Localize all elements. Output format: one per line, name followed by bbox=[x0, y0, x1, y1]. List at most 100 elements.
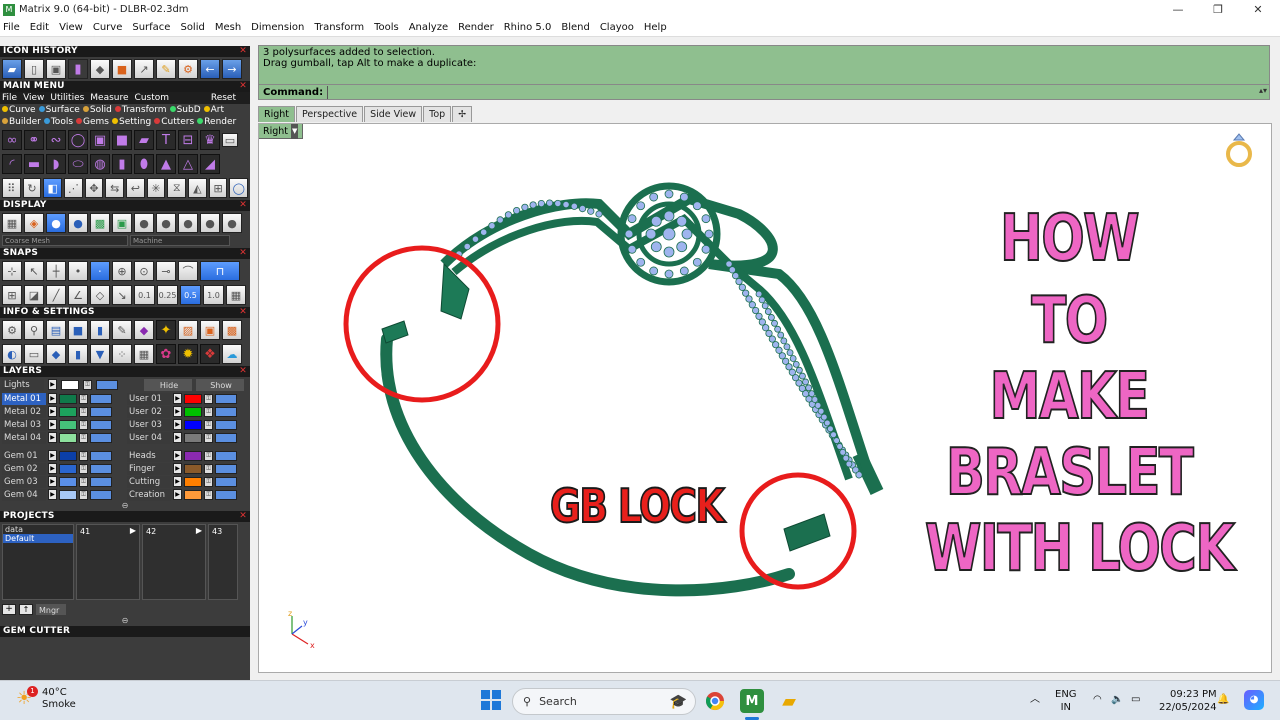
lock-icon[interactable]: ⚿ bbox=[204, 432, 213, 443]
line-snap-icon[interactable]: ╱ bbox=[46, 285, 66, 305]
knot-snap-icon[interactable]: ↘ bbox=[112, 285, 132, 305]
snap-step-0-25[interactable]: 0.25 bbox=[157, 285, 178, 305]
layer-row-gem-01[interactable]: Gem 01 ▶ ⚿ bbox=[2, 449, 125, 462]
layer-color-swatch[interactable] bbox=[59, 419, 77, 430]
clay-sphere-icon[interactable]: ● bbox=[222, 213, 242, 233]
hide-button[interactable]: Hide bbox=[144, 378, 192, 391]
center-snap-icon[interactable]: ⊕ bbox=[112, 261, 132, 281]
analyze-icon[interactable]: ◆ bbox=[134, 320, 154, 340]
main-menu-reset[interactable]: Reset bbox=[211, 93, 236, 103]
main-menu-category-render[interactable]: Render bbox=[197, 117, 236, 127]
shaded-sphere-icon[interactable]: ● bbox=[46, 213, 66, 233]
volume-icon[interactable]: ■ bbox=[68, 320, 88, 340]
main-menu-measure[interactable]: Measure bbox=[90, 93, 128, 103]
weight-icon[interactable]: ▮ bbox=[90, 320, 110, 340]
perp-snap-icon[interactable]: ⊸ bbox=[156, 261, 176, 281]
flow-icon[interactable]: ⋰ bbox=[64, 178, 83, 198]
visibility-icon[interactable] bbox=[90, 393, 112, 404]
pipe-icon[interactable]: ◜ bbox=[2, 154, 22, 174]
minimize-button[interactable]: — bbox=[1160, 0, 1196, 19]
snap-step-0-1[interactable]: 0.1 bbox=[134, 285, 155, 305]
main-menu-category-transform[interactable]: Transform bbox=[114, 105, 167, 115]
taskbar-search[interactable]: ⚲ Search 🎓 bbox=[512, 688, 696, 715]
add-project-icon[interactable]: + bbox=[2, 603, 16, 615]
project-slot-41[interactable]: 41 ▶ bbox=[76, 524, 140, 600]
layer-color-swatch[interactable] bbox=[184, 489, 202, 500]
bend-icon[interactable]: ↩ bbox=[126, 178, 145, 198]
pencil-icon[interactable]: ✎ bbox=[156, 59, 176, 79]
project-slot-42[interactable]: 42 ▶ bbox=[142, 524, 206, 600]
sky-icon[interactable]: ☁ bbox=[222, 344, 242, 364]
light-icon[interactable]: ✹ bbox=[178, 344, 198, 364]
tag-icon[interactable]: ▨ bbox=[178, 320, 198, 340]
taper-icon[interactable]: ◭ bbox=[188, 178, 207, 198]
start-button[interactable] bbox=[481, 690, 501, 710]
layer-name[interactable]: Gem 02 bbox=[2, 462, 46, 475]
main-menu-category-gems[interactable]: Gems bbox=[76, 117, 109, 127]
project-icon[interactable]: ◪ bbox=[24, 285, 44, 305]
array-icon[interactable]: ⠿ bbox=[2, 178, 21, 198]
layer-name[interactable]: Metal 02 bbox=[2, 405, 46, 418]
display-mode-icon[interactable]: ▣ bbox=[112, 213, 132, 233]
play-icon[interactable]: ▶ bbox=[48, 489, 57, 500]
layer-name[interactable]: Metal 03 bbox=[2, 418, 46, 431]
mesh-quality-select[interactable]: Coarse Mesh bbox=[2, 235, 128, 246]
viewport-right[interactable]: Right ▼ z y x GB LOCK HOW TO MAKE BRASLE… bbox=[258, 123, 1272, 673]
play-icon[interactable]: ▶ bbox=[48, 393, 57, 404]
play-icon[interactable]: ▶ bbox=[48, 432, 57, 443]
main-menu-utilities[interactable]: Utilities bbox=[50, 93, 84, 103]
tube-icon[interactable]: ⬮ bbox=[134, 154, 154, 174]
layer-name[interactable]: Metal 01 bbox=[2, 392, 46, 405]
texture-icon[interactable]: ▩ bbox=[90, 213, 110, 233]
layer-row-user-01[interactable]: User 01 ▶ ⚿ bbox=[127, 392, 250, 405]
layer-name[interactable]: User 03 bbox=[127, 418, 171, 431]
texture-map-icon[interactable]: ▦ bbox=[134, 344, 154, 364]
end-snap-icon[interactable]: ↖ bbox=[24, 261, 44, 281]
layer-name[interactable]: Metal 04 bbox=[2, 431, 46, 444]
layer-name[interactable]: Gem 03 bbox=[2, 475, 46, 488]
visibility-icon[interactable] bbox=[215, 489, 237, 500]
projects-collapse-icon[interactable]: ⊖ bbox=[0, 616, 250, 626]
layer-color-swatch[interactable] bbox=[59, 476, 77, 487]
lock-icon[interactable]: ⚿ bbox=[204, 463, 213, 474]
object-icon[interactable]: ◆ bbox=[46, 344, 66, 364]
layer-color-swatch[interactable] bbox=[184, 463, 202, 474]
layer-name[interactable]: Heads bbox=[127, 449, 171, 462]
twist-icon[interactable]: ⧖ bbox=[167, 178, 187, 198]
visibility-icon[interactable] bbox=[90, 489, 112, 500]
save-icon[interactable]: ▣ bbox=[46, 59, 66, 79]
tan-snap-icon[interactable]: ⌒ bbox=[178, 261, 198, 281]
menu-analyze[interactable]: Analyze bbox=[409, 22, 448, 33]
play-icon[interactable]: ▶ bbox=[173, 419, 182, 430]
gem-sphere-icon[interactable]: ● bbox=[178, 213, 198, 233]
sweep-icon[interactable]: ↗ bbox=[134, 59, 154, 79]
cylinder-icon[interactable]: ▮ bbox=[68, 59, 88, 79]
block-icon[interactable]: ▰ bbox=[134, 130, 154, 150]
layer-row-cutting[interactable]: Cutting ▶ ⚿ bbox=[127, 475, 250, 488]
upload-icon[interactable]: ↑ bbox=[19, 603, 33, 615]
wifi-icon[interactable]: ◠ bbox=[1093, 693, 1102, 706]
properties-icon[interactable]: ▤ bbox=[46, 320, 66, 340]
panel-toggle-icon[interactable]: ▭ bbox=[222, 133, 238, 147]
boolean-icon[interactable]: ⊟ bbox=[178, 130, 198, 150]
wireframe-icon[interactable]: ▦ bbox=[2, 213, 22, 233]
circle-tool-icon[interactable]: ◯ bbox=[229, 178, 249, 198]
visibility-icon[interactable] bbox=[215, 419, 237, 430]
ghosted-icon[interactable]: ◈ bbox=[24, 213, 44, 233]
layer-row-finger[interactable]: Finger ▶ ⚿ bbox=[127, 462, 250, 475]
scroll-arrows-icon[interactable]: ▴▾ bbox=[1259, 86, 1267, 95]
lock-icon[interactable]: ⚿ bbox=[79, 432, 88, 443]
project-list-item-selected[interactable]: Default bbox=[3, 534, 73, 543]
command-input[interactable] bbox=[327, 85, 1258, 99]
layer-color-swatch[interactable] bbox=[184, 450, 202, 461]
menu-edit[interactable]: Edit bbox=[30, 22, 49, 33]
curve-loop-icon[interactable]: ∞ bbox=[2, 130, 22, 150]
lock-icon[interactable]: ⚿ bbox=[79, 406, 88, 417]
near-snap-icon[interactable]: ┼ bbox=[46, 261, 66, 281]
layer-row-creation[interactable]: Creation ▶ ⚿ bbox=[127, 488, 250, 501]
show-hidden-icons[interactable]: ︿ bbox=[1030, 693, 1040, 706]
layer-name[interactable]: Creation bbox=[127, 488, 171, 501]
clock[interactable]: 09:23 PM 22/05/2024 bbox=[1159, 688, 1217, 714]
matte-sphere-icon[interactable]: ● bbox=[200, 213, 220, 233]
menu-solid[interactable]: Solid bbox=[180, 22, 204, 33]
